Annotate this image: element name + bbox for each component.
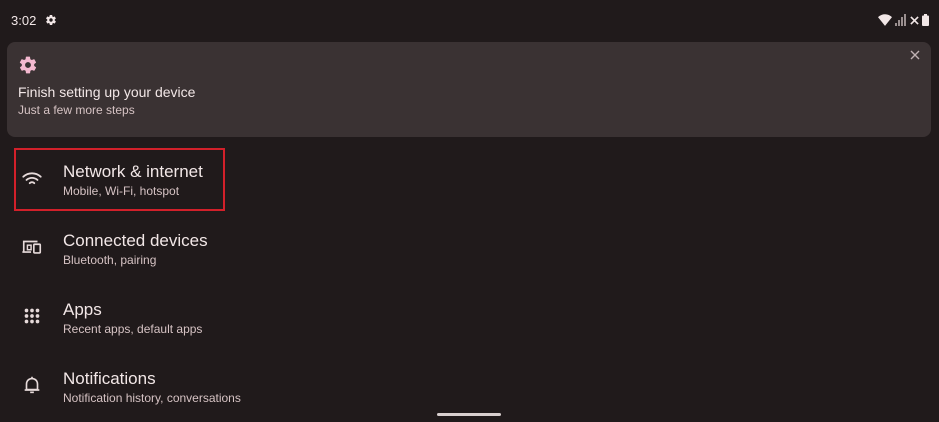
setting-notifications[interactable]: Notifications Notification history, conv…: [0, 347, 939, 416]
bell-icon: [24, 376, 40, 394]
setting-summary: Mobile, Wi-Fi, hotspot: [63, 184, 180, 198]
devices-icon: [22, 240, 42, 254]
setting-summary: Recent apps, default apps: [63, 322, 203, 336]
setting-connected-devices[interactable]: Connected devices Bluetooth, pairing: [0, 209, 939, 278]
battery-icon: [922, 14, 929, 26]
gear-icon: [46, 15, 56, 25]
setting-apps[interactable]: Apps Recent apps, default apps: [0, 278, 939, 347]
gear-icon: [19, 56, 37, 74]
gesture-nav-bar[interactable]: [437, 413, 501, 416]
status-bar: 3:02: [0, 0, 939, 40]
setup-suggestion-card[interactable]: Finish setting up your device Just a few…: [7, 42, 931, 137]
apps-grid-icon: [24, 308, 40, 324]
status-icons: [878, 13, 929, 27]
card-title: Finish setting up your device: [18, 84, 196, 100]
card-subtitle: Just a few more steps: [18, 103, 135, 117]
setting-network-internet[interactable]: Network & internet Mobile, Wi-Fi, hotspo…: [0, 140, 939, 209]
setting-summary: Notification history, conversations: [63, 391, 241, 405]
setting-summary: Bluetooth, pairing: [63, 253, 157, 267]
close-icon[interactable]: [908, 48, 922, 62]
signal-icon: [895, 14, 906, 26]
no-data-x-icon: [910, 15, 919, 25]
setting-title: Notifications: [63, 369, 156, 388]
setting-title: Apps: [63, 300, 102, 319]
wifi-icon: [22, 172, 42, 185]
wifi-icon: [878, 14, 892, 26]
status-time: 3:02: [11, 13, 37, 28]
setting-title: Connected devices: [63, 231, 208, 250]
setting-title: Network & internet: [63, 162, 203, 181]
